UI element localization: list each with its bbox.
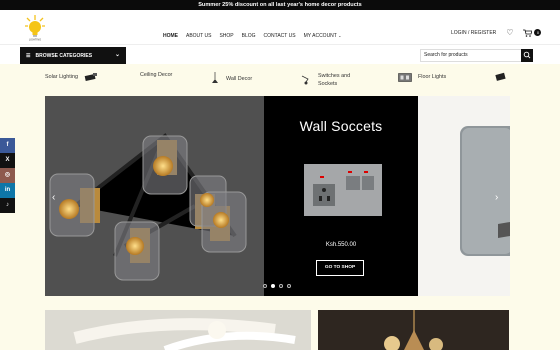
svg-text:LIGHTING: LIGHTING bbox=[29, 38, 41, 42]
browse-categories-button[interactable]: ☰ BROWSE CATEGORIES ⌄ bbox=[20, 47, 126, 64]
nav-about-us[interactable]: ABOUT US bbox=[186, 33, 211, 39]
chandelier-slide-image bbox=[45, 96, 264, 296]
instagram-icon[interactable]: ◎ bbox=[0, 168, 15, 183]
slider-dot[interactable] bbox=[287, 284, 291, 288]
wall-sockets-slide: Wall Soccets Ksh.550.00 GO TO SHOP bbox=[264, 96, 418, 296]
search-placeholder: Search for products bbox=[424, 52, 468, 58]
cart-icon bbox=[523, 29, 533, 37]
solar-light-icon bbox=[495, 72, 506, 81]
main-nav: HOME ABOUT US SHOP BLOG CONTACT US MY AC… bbox=[163, 33, 342, 39]
switch-socket-icon bbox=[398, 72, 412, 82]
hero-slider: Wall Soccets Ksh.550.00 GO TO SHOP ‹ › bbox=[45, 96, 510, 296]
category-floor-lights[interactable]: Floor Lights bbox=[398, 72, 508, 82]
pendant-lamp-icon bbox=[212, 72, 218, 83]
category-switches-sockets[interactable]: Switches and Sockets bbox=[300, 72, 350, 88]
pendant-light-banner[interactable] bbox=[318, 310, 509, 350]
wishlist-icon[interactable]: ♡ bbox=[506, 28, 513, 37]
tiktok-icon[interactable]: ♪ bbox=[0, 198, 15, 213]
nav-home[interactable]: HOME bbox=[163, 33, 178, 39]
social-sidebar: f X ◎ in ♪ bbox=[0, 138, 15, 213]
promo-text: Summer 25% discount on all last year's h… bbox=[198, 2, 362, 8]
pendant-lights-image bbox=[318, 310, 509, 350]
slider-next-arrow[interactable]: › bbox=[495, 192, 498, 203]
cart-count-badge: 0 bbox=[534, 29, 542, 36]
facebook-icon[interactable]: f bbox=[0, 138, 15, 153]
category-label: Switches and Sockets bbox=[318, 73, 351, 87]
promo-bar: Summer 25% discount on all last year's h… bbox=[0, 0, 560, 10]
category-label: Wall Decor bbox=[226, 76, 253, 82]
nav-my-account[interactable]: MY ACCOUNT ⌄ bbox=[304, 33, 342, 39]
login-link[interactable]: LOGIN / REGISTER bbox=[451, 30, 496, 36]
menu-icon: ☰ bbox=[26, 52, 31, 59]
search-input[interactable]: Search for products bbox=[420, 49, 533, 62]
category-solar-lighting[interactable]: Solar Lighting bbox=[45, 72, 98, 82]
solar-lamp-icon bbox=[84, 73, 97, 81]
linkedin-icon[interactable]: in bbox=[0, 183, 15, 198]
nav-shop[interactable]: SHOP bbox=[219, 33, 233, 39]
slider-dot[interactable] bbox=[279, 284, 283, 288]
wall-lamp-icon bbox=[301, 75, 309, 85]
nav-my-account-label: MY ACCOUNT bbox=[303, 33, 337, 39]
category-strip: Solar Lighting Ceiling Decor Wall Decor … bbox=[0, 66, 560, 94]
category-label: Floor Lights bbox=[418, 74, 447, 80]
site-header: LIGHTING HOME ABOUT US SHOP BLOG CONTACT… bbox=[0, 10, 560, 45]
slider-dot[interactable] bbox=[263, 284, 267, 288]
category-ceiling-decor[interactable]: Ceiling Decor bbox=[140, 72, 172, 78]
slider-dot-active[interactable] bbox=[271, 284, 275, 288]
ceiling-light-banner[interactable] bbox=[45, 310, 311, 350]
category-bar: ☰ BROWSE CATEGORIES ⌄ Search for product… bbox=[0, 44, 560, 64]
chevron-down-icon: ⌄ bbox=[114, 52, 120, 58]
slider-dots bbox=[263, 284, 291, 288]
chevron-down-icon: ⌄ bbox=[338, 33, 342, 38]
bulb-logo-icon: LIGHTING bbox=[25, 15, 45, 42]
ceiling-light-image bbox=[45, 310, 311, 350]
category-wall-decor[interactable]: Wall Decor bbox=[210, 72, 252, 86]
logo[interactable]: LIGHTING bbox=[24, 14, 46, 42]
x-twitter-icon[interactable]: X bbox=[0, 153, 15, 168]
product-price: Ksh.550.00 bbox=[325, 242, 357, 248]
browse-categories-label: BROWSE CATEGORIES bbox=[35, 52, 93, 59]
chandelier-illustration bbox=[45, 96, 264, 296]
category-label: Ceiling Decor bbox=[140, 72, 173, 78]
category-label: Solar Lighting bbox=[45, 74, 78, 80]
search-icon bbox=[523, 51, 531, 59]
search-button[interactable] bbox=[521, 49, 533, 62]
nav-blog[interactable]: BLOG bbox=[242, 33, 256, 39]
header-actions: LOGIN / REGISTER ♡ 0 bbox=[451, 28, 542, 37]
cart-button[interactable]: 0 bbox=[523, 29, 542, 37]
nav-contact-us[interactable]: CONTACT US bbox=[264, 33, 296, 39]
go-to-shop-button[interactable]: GO TO SHOP bbox=[316, 260, 364, 276]
slider-prev-arrow[interactable]: ‹ bbox=[52, 192, 55, 203]
